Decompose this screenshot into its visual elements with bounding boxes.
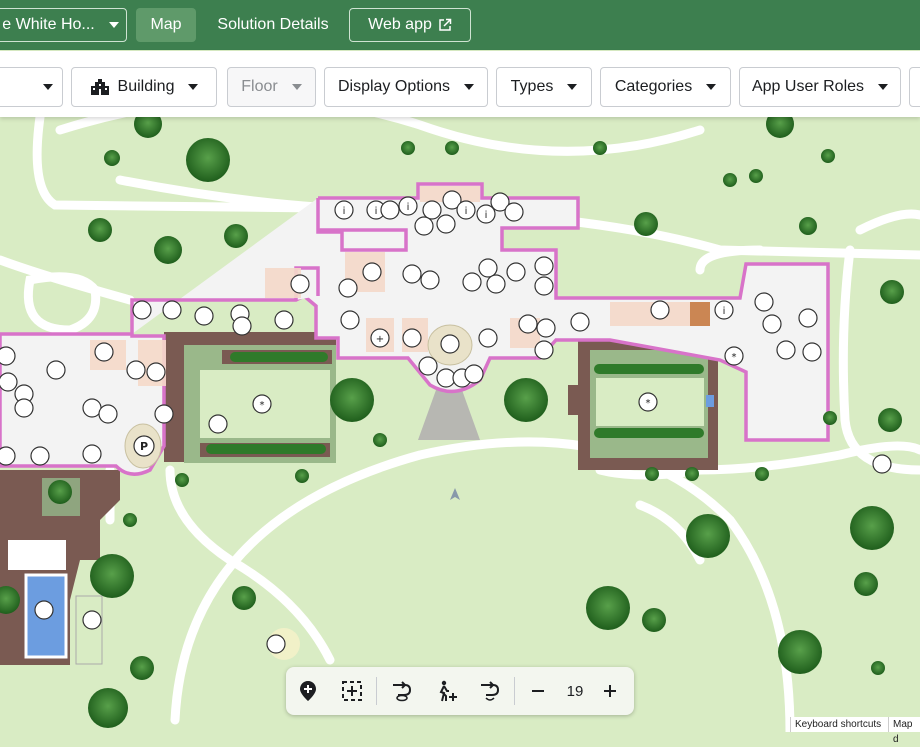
route-icon[interactable] xyxy=(390,679,414,703)
tab-map[interactable]: Map xyxy=(136,8,196,42)
zoom-level: 19 xyxy=(566,683,584,700)
display-options-label: Display Options xyxy=(337,78,451,95)
site-filter-dropdown[interactable] xyxy=(0,67,63,107)
filter-toolbar: Building Floor Display Options Types Cat… xyxy=(0,51,920,117)
svg-text:i: i xyxy=(375,206,378,217)
external-link-icon xyxy=(439,18,452,31)
floor-filter-label: Floor xyxy=(241,78,278,95)
control-separator xyxy=(376,677,377,705)
pin-add-icon[interactable] xyxy=(296,679,320,703)
zoom-in-icon[interactable] xyxy=(598,679,622,703)
tab-map-label: Map xyxy=(150,16,182,33)
solution-selector-label: e White Ho... xyxy=(2,16,95,33)
svg-text:*: * xyxy=(646,398,651,409)
area-select-icon[interactable] xyxy=(340,679,364,703)
chevron-down-icon xyxy=(42,84,53,90)
walk-add-icon[interactable] xyxy=(434,679,458,703)
chevron-down-icon xyxy=(464,84,475,90)
app-user-roles-label: App User Roles xyxy=(751,78,865,95)
keyboard-shortcuts-link[interactable]: Keyboard shortcuts xyxy=(790,717,888,732)
types-dropdown[interactable]: Types xyxy=(496,67,592,107)
svg-text:*: * xyxy=(732,352,737,363)
web-app-button[interactable]: Web app xyxy=(349,8,471,42)
svg-text:i: i xyxy=(723,306,726,317)
svg-text:*: * xyxy=(260,400,265,411)
tab-solution-details-label: Solution Details xyxy=(217,16,329,33)
display-options-dropdown[interactable]: Display Options xyxy=(324,67,488,107)
chevron-down-icon xyxy=(878,84,889,90)
zoom-out-icon[interactable] xyxy=(526,679,550,703)
svg-text:+: + xyxy=(376,334,384,345)
chevron-down-icon xyxy=(188,84,199,90)
building-icon xyxy=(90,79,109,95)
app-user-roles-dropdown[interactable]: App User Roles xyxy=(739,67,901,107)
svg-text:i: i xyxy=(465,206,468,217)
svg-text:i: i xyxy=(407,202,410,213)
map-canvas[interactable]: i i i i i i + P * * * xyxy=(0,117,920,732)
chevron-down-icon xyxy=(706,84,717,90)
svg-text:P: P xyxy=(140,440,148,453)
building-filter-label: Building xyxy=(117,78,175,95)
types-label: Types xyxy=(510,78,554,95)
more-filters-dropdown[interactable] xyxy=(909,67,920,107)
web-app-label: Web app xyxy=(368,16,432,33)
floor-filter-dropdown[interactable]: Floor xyxy=(227,67,316,107)
svg-text:i: i xyxy=(485,210,488,221)
route-refresh-icon[interactable] xyxy=(478,679,502,703)
top-navigation-bar: e White Ho... Map Solution Details Web a… xyxy=(0,0,920,50)
chevron-down-icon xyxy=(567,84,578,90)
map-data-link[interactable]: Map d xyxy=(888,717,920,745)
tab-solution-details[interactable]: Solution Details xyxy=(208,8,338,42)
chevron-down-icon xyxy=(108,22,119,28)
control-separator xyxy=(514,677,515,705)
chevron-down-icon xyxy=(291,84,302,90)
svg-text:i: i xyxy=(343,206,346,217)
solution-selector[interactable]: e White Ho... xyxy=(0,8,127,42)
categories-dropdown[interactable]: Categories xyxy=(600,67,731,107)
categories-label: Categories xyxy=(614,78,693,95)
building-filter-dropdown[interactable]: Building xyxy=(71,67,217,107)
